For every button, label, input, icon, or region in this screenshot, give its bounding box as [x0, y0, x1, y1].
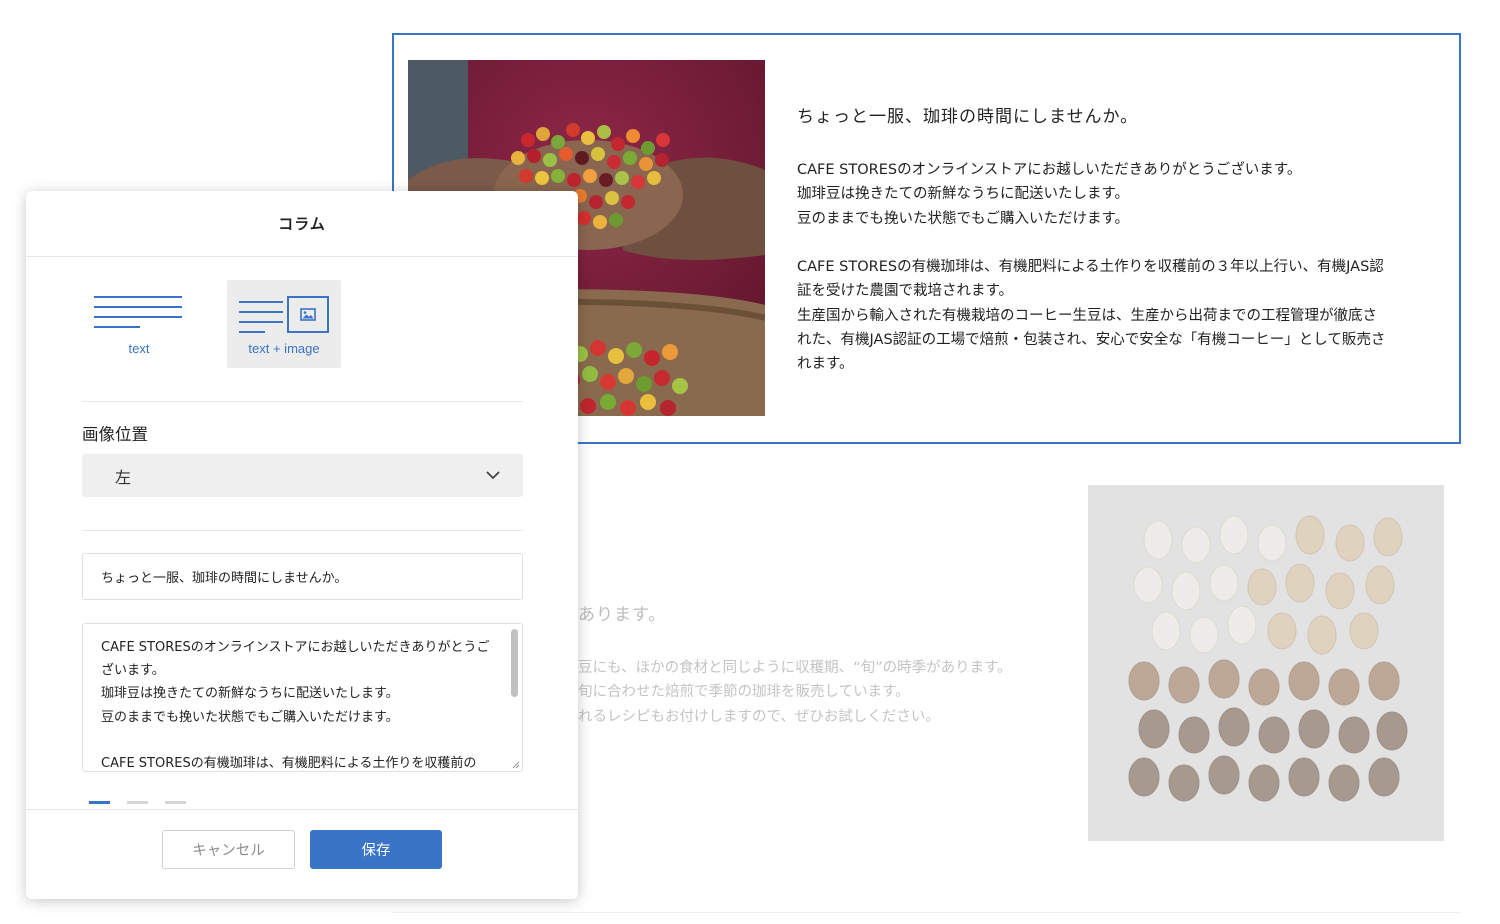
layout-options: text text + image [82, 280, 341, 368]
layout-option-text[interactable]: text [82, 280, 196, 368]
textarea-scrollbar[interactable] [511, 629, 518, 697]
layout-option-text-image[interactable]: text + image [227, 280, 341, 368]
image-icon [287, 296, 329, 333]
chevron-down-icon [486, 471, 500, 480]
column-paragraph: CAFE STORESの有機珈琲は、有機肥料による土作りを収穫前の３年以上行い、… [797, 259, 1386, 373]
cancel-button[interactable]: キャンセル [162, 830, 295, 869]
text-image-layout-icon [239, 301, 283, 341]
column-title-input[interactable] [82, 553, 523, 600]
image-position-value: 左 [115, 467, 132, 487]
section-divider [82, 401, 523, 402]
page-divider [392, 912, 1461, 913]
image-position-select[interactable]: 左 [82, 454, 523, 497]
text-layout-icon [94, 296, 182, 336]
coffee-beans-photo [1088, 485, 1444, 841]
column-body-textarea-text: CAFE STORESのオンラインストアにお越しいただきありがとうご ざいます。… [101, 640, 490, 772]
column-body-textarea[interactable]: CAFE STORESのオンラインストアにお越しいただきありがとうご ざいます。… [82, 623, 523, 772]
layout-option-label: text + image [248, 341, 320, 356]
dialog-footer: キャンセル 保存 [26, 809, 578, 899]
resize-grip-icon[interactable] [511, 760, 520, 769]
column-edit-dialog: コラム text text + image 画像位置 左 ちょっと一服、珈琲の時… [26, 191, 578, 899]
pager-dot[interactable] [127, 801, 148, 804]
layout-option-label: text [128, 341, 150, 356]
image-position-label: 画像位置 [82, 425, 148, 444]
pager-dot[interactable] [165, 801, 186, 804]
pagination-indicator [89, 801, 203, 804]
column2-heading: あります。 [578, 605, 667, 625]
save-button[interactable]: 保存 [310, 830, 442, 869]
section-divider [82, 530, 523, 531]
dialog-header: コラム [26, 191, 578, 257]
column2-body: 豆にも、ほかの食材と同じように収穫期、“旬”の時季があります。 旬に合わせた焙煎… [578, 660, 1012, 725]
dialog-title: コラム [278, 215, 326, 233]
column-body: CAFE STORESのオンラインストアにお越しいただきありがとうございます。 … [797, 158, 1442, 377]
column-paragraph: CAFE STORESのオンラインストアにお越しいただきありがとうございます。 … [797, 162, 1302, 227]
column-heading: ちょっと一服、珈琲の時間にしませんか。 [797, 107, 1139, 127]
pager-dot[interactable] [89, 801, 110, 804]
